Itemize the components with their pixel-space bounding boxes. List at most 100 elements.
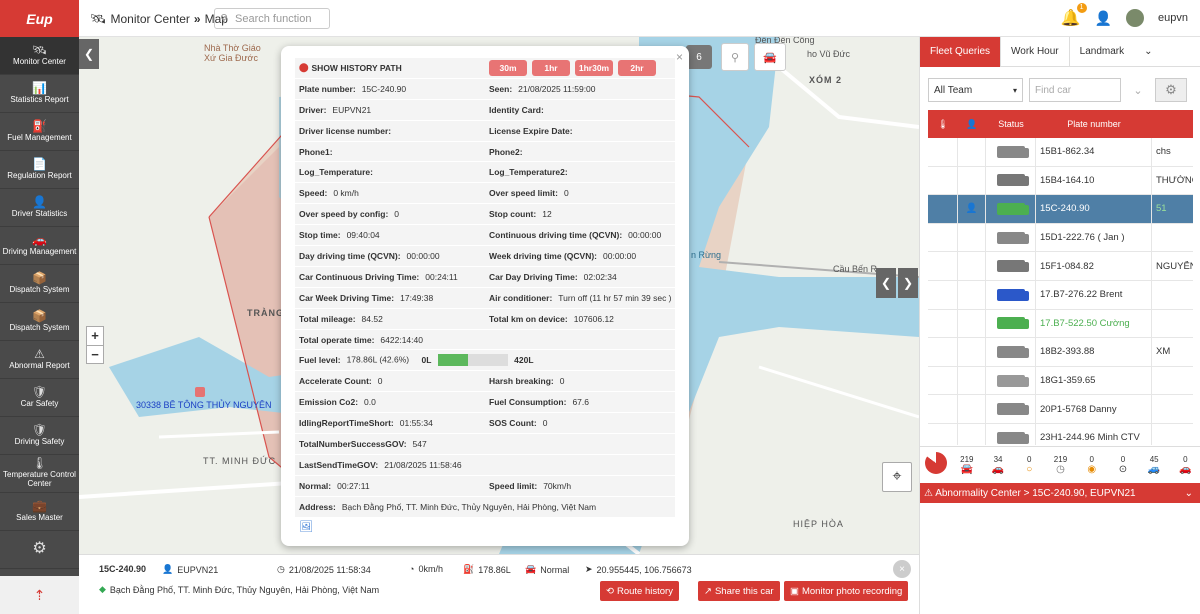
table-row[interactable]: 15D1-222.76 ( Jan )	[928, 223, 1193, 253]
bottom-fuel: ⛽ 178.86L	[463, 564, 511, 575]
username[interactable]: eupvn	[1158, 12, 1188, 24]
table-row[interactable]: 20P1-5768 Danny	[928, 395, 1193, 424]
sidebar-item[interactable]: ⛽ Fuel Management	[0, 113, 79, 151]
temp-cell	[928, 309, 958, 338]
history-1hr-button[interactable]: 1hr	[532, 59, 570, 76]
info-cell: Stop count: 12	[489, 209, 552, 220]
zoom-in-button[interactable]: +	[87, 327, 103, 345]
status-count[interactable]: 0 ◉	[1076, 455, 1107, 475]
user-group-icon[interactable]: 👤	[1095, 10, 1112, 27]
table-row[interactable]: 18B2-393.88 XM	[928, 338, 1193, 367]
info-cell: Over speed by config: 0	[299, 209, 400, 220]
info-cell: Day driving time (QCVN): 00:00:00	[299, 250, 440, 261]
history-30m-button[interactable]: 30m	[489, 59, 527, 76]
route-history-button[interactable]: ⟲ Route history	[600, 581, 679, 601]
info-row: TotalNumberSuccessGOV: 547	[295, 434, 675, 455]
abnormality-center[interactable]: ⚠ Abnormality Center > 15C-240.90, EUPVN…	[920, 483, 1200, 503]
team-select[interactable]: All Team ▾	[928, 78, 1023, 102]
info-cell: Phone1:	[299, 146, 333, 157]
poi-marker-icon[interactable]	[195, 387, 205, 397]
table-row[interactable]: 17.B7-522.50 Cường	[928, 309, 1193, 339]
sidebar-item[interactable]: ⚠ Abnormal Report	[0, 341, 79, 379]
collapse-left-button[interactable]: ❮	[79, 39, 99, 69]
chevron-left-icon: ❮	[880, 276, 892, 290]
search-function-input[interactable]: ⚲ Search function	[214, 8, 330, 29]
plate-header[interactable]: Plate number	[1036, 119, 1152, 129]
eup-logo[interactable]: Eup	[0, 0, 79, 37]
fleet-filters: All Team ▾ Find car ⌄ ⚙	[928, 78, 1187, 102]
avatar[interactable]	[1126, 9, 1145, 27]
map-counter[interactable]: 6	[686, 45, 712, 69]
sidebar-item[interactable]: 🛡 Car Safety	[0, 379, 79, 417]
table-row[interactable]: 23H1-244.96 Minh CTV	[928, 423, 1193, 445]
temp-cell	[928, 338, 958, 366]
history-1hr30m-button[interactable]: 1hr30m	[575, 59, 613, 76]
chevron-right-icon: ❯	[902, 276, 914, 290]
monitor-photo-recording-button[interactable]: ▣ Monitor photo recording	[784, 581, 909, 601]
table-row[interactable]: 👤 15C-240.90 51	[928, 195, 1193, 224]
sidebar-item[interactable]: 📦 Dispatch System	[0, 303, 79, 341]
status-count[interactable]: 219 🚘	[951, 455, 982, 475]
status-count[interactable]: 45 🚙	[1139, 455, 1170, 475]
info-row: IdlingReportTimeShort: 01:55:34 SOS Count:…	[295, 413, 675, 435]
table-row[interactable]: 17.B7-276.22 Brent	[928, 280, 1193, 310]
pie-chart-icon[interactable]	[920, 452, 951, 477]
sidebar-item[interactable]: 📄 Regulation Report	[0, 151, 79, 189]
tab-work-hour[interactable]: Work Hour	[1000, 36, 1069, 67]
bell-icon[interactable]: 🔔 1	[1061, 3, 1087, 28]
sidebar-item[interactable]: 👤 Driver Statistics	[0, 189, 79, 227]
close-icon[interactable]: ×	[893, 560, 911, 578]
table-row[interactable]: 15F1-084.82 NGUYỄN	[928, 252, 1193, 281]
google-maps-icon[interactable]: ◆	[99, 584, 106, 595]
sidebar-item[interactable]: 🚗 Driving Management	[0, 227, 79, 265]
status-count[interactable]: 0 ⊙	[1107, 455, 1138, 475]
locate-button[interactable]: ⌖	[882, 462, 912, 492]
truck-icon	[996, 345, 1029, 358]
sidebar-item[interactable]: 📊 Statistics Report	[0, 75, 79, 113]
sidebar-item[interactable]: 🛡 Driving Safety	[0, 417, 79, 455]
zoom-out-button[interactable]: −	[87, 345, 103, 363]
collapse-right-button[interactable]: ❯	[898, 268, 918, 298]
sidebar-settings[interactable]: ⚙	[0, 531, 79, 569]
thermometer-icon[interactable]: 🌡	[928, 119, 958, 130]
table-row[interactable]: 15B1-862.34 chs	[928, 138, 1193, 167]
find-car-input[interactable]: Find car	[1029, 78, 1121, 102]
more-tabs-button[interactable]: ⌄	[1134, 37, 1162, 67]
sidebar-item[interactable]: 📦 Dispatch System	[0, 265, 79, 303]
status-count[interactable]: 0 ○	[1014, 455, 1045, 475]
share-car-button[interactable]: ↗ Share this car	[698, 581, 780, 601]
status-count[interactable]: 0 🚗	[1170, 455, 1200, 475]
show-history-path[interactable]: ⬤ SHOW HISTORY PATH	[295, 62, 485, 73]
close-icon[interactable]: ×	[676, 50, 683, 64]
tab-landmark[interactable]: Landmark	[1068, 36, 1134, 67]
plate-cell: 23H1-244.96 Minh CTV	[1036, 423, 1152, 445]
table-row[interactable]: 18G1-359.65	[928, 366, 1193, 396]
history-2hr-button[interactable]: 2hr	[618, 59, 656, 76]
sidebar-item-label: Driving Management	[2, 246, 77, 256]
sidebar-item[interactable]: 🌡 Temperature Control Center	[0, 455, 79, 493]
breadcrumb: 🛰 Monitor Center » Map	[90, 11, 228, 27]
fleet-settings-button[interactable]: ⚙	[1155, 78, 1187, 102]
breadcrumb-monitor-center[interactable]: Monitor Center	[111, 12, 190, 26]
temp-cell	[928, 195, 958, 223]
tab-fleet-queries[interactable]: Fleet Queries	[920, 36, 1001, 67]
collapse-right-left-button[interactable]: ❮	[876, 268, 896, 298]
driver-icon[interactable]: 👤	[958, 119, 986, 130]
sidebar-item[interactable]: 🛰 Monitor Center	[0, 37, 79, 75]
table-row[interactable]: 15B4-164.10 THƯỜNG	[928, 166, 1193, 196]
chevron-left-icon: ❮	[83, 47, 95, 61]
status-header[interactable]: Status	[986, 119, 1036, 129]
info-cell: SOS Count: 0	[489, 418, 548, 429]
status-cell	[986, 309, 1036, 338]
sidebar-item[interactable]: 💼 Sales Master	[0, 493, 79, 531]
map-pin-button[interactable]: ⚲	[721, 43, 749, 71]
status-count[interactable]: 34 🚗	[982, 455, 1013, 475]
image-icon[interactable]: 🖼	[299, 520, 313, 533]
map-label: Cầu Bến R	[833, 264, 878, 274]
map-car-button[interactable]: 🚘	[754, 43, 786, 71]
poi-label[interactable]: 30338 BÊ TÔNG THỦY NGUYÊN	[136, 400, 272, 410]
status-count[interactable]: 219 ◷	[1045, 455, 1076, 475]
collapse-sidebar-button[interactable]: ⇡	[0, 576, 79, 614]
info-cell: Seen: 21/08/2025 11:59:00	[489, 83, 596, 94]
chevron-down-icon[interactable]: ⌄	[1127, 84, 1149, 97]
